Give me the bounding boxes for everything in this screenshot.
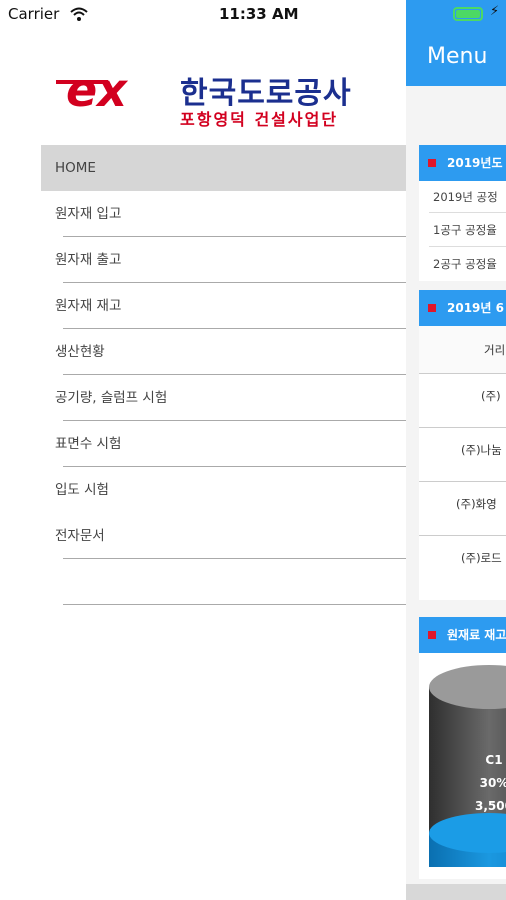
table-row[interactable]: (주)로드 [419, 536, 506, 590]
clock: 11:33 AM [219, 5, 299, 23]
card-header: 2019년도 [419, 145, 506, 181]
menu-item-production[interactable]: 생산현황 [41, 329, 406, 375]
tank-percent: 30% [480, 776, 506, 790]
menu-item-label: 생산현황 [55, 344, 105, 360]
list-item[interactable]: 1공구 공정율 [419, 213, 506, 247]
charging-icon: ⚡ [490, 4, 500, 19]
bottom-bar [406, 884, 506, 900]
tank-name: C1 [485, 753, 502, 767]
menu-item-material-out[interactable]: 원자재 출고 [41, 237, 406, 283]
card-header: 원재료 재고 [419, 617, 506, 653]
nav-title[interactable]: Menu [427, 44, 487, 69]
menu-item-home[interactable]: HOME [41, 145, 406, 191]
menu-empty-row [41, 559, 406, 605]
menu-item-surface-water-test[interactable]: 표면수 시험 [41, 421, 406, 467]
menu-item-air-slump-test[interactable]: 공기량, 슬럼프 시험 [41, 375, 406, 421]
carrier-label: Carrier [8, 5, 60, 23]
stock-card: 원재료 재고 C1 30% 3,500 [419, 617, 506, 879]
battery-icon [453, 7, 483, 21]
table-row[interactable]: (주) [419, 374, 506, 428]
card-header: 2019년 6 [419, 290, 506, 326]
logo-subtitle: 포항영덕 건설사업단 [180, 110, 339, 129]
side-drawer: ex 한국도로공사 포항영덕 건설사업단 HOME 원자재 입고 원자재 출고 … [0, 0, 406, 900]
stock-tank: C1 30% 3,500 [429, 665, 506, 867]
menu-item-material-stock[interactable]: 원자재 재고 [41, 283, 406, 329]
table-header: 거리 [419, 326, 506, 374]
logo-mark-text: ex [66, 66, 128, 117]
progress-card: 2019년도 2019년 공정 1공구 공정율 2공구 공정율 [419, 145, 506, 281]
list-item[interactable]: 2019년 공정 [419, 181, 506, 213]
status-bar: Carrier 11:33 AM ⚡ [0, 0, 506, 30]
menu-item-label: HOME [55, 160, 96, 176]
main-screen: Menu 2019년도 2019년 공정 1공구 공정율 2공구 공정율 201… [406, 0, 506, 900]
supplier-card: 2019년 6 거리 (주) (주)나눔 (주)화영 (주)로드 [419, 290, 506, 600]
list-item[interactable]: 2공구 공정율 [419, 247, 506, 281]
table-row[interactable]: (주)화영 [419, 482, 506, 536]
menu-item-grain-size-test[interactable]: 입도 시험 [41, 467, 406, 513]
menu-item-label: 원자재 재고 [55, 298, 122, 314]
table-row[interactable]: (주)나눔 [419, 428, 506, 482]
drawer-menu: HOME 원자재 입고 원자재 출고 원자재 재고 생산현황 공기량, 슬럼프 … [41, 145, 406, 605]
wifi-icon [70, 6, 88, 25]
menu-item-documents[interactable]: 전자문서 [41, 513, 406, 559]
menu-item-material-in[interactable]: 원자재 입고 [41, 191, 406, 237]
menu-item-label: 원자재 입고 [55, 206, 122, 222]
menu-item-label: 공기량, 슬럼프 시험 [55, 390, 168, 406]
menu-item-label: 입도 시험 [55, 482, 109, 498]
menu-item-label: 전자문서 [55, 528, 105, 544]
tank-amount: 3,500 [475, 799, 506, 813]
menu-item-label: 원자재 출고 [55, 252, 122, 268]
menu-item-label: 표면수 시험 [55, 436, 122, 452]
